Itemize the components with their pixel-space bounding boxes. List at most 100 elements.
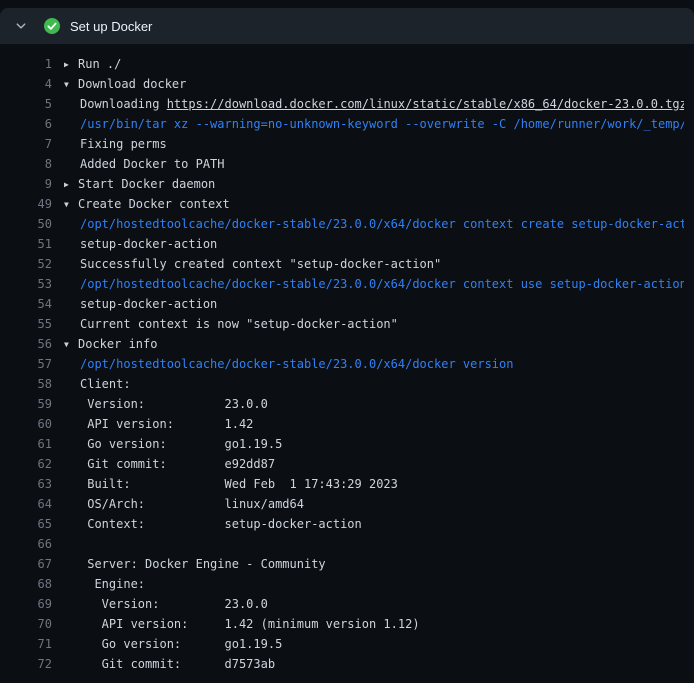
line-number[interactable]: 68: [0, 574, 52, 594]
group-collapsed-icon: ▶: [64, 55, 78, 75]
group-collapsed-icon: ▶: [64, 175, 78, 195]
log-line-row: 8 Added Docker to PATH: [0, 154, 694, 174]
line-number[interactable]: 65: [0, 514, 52, 534]
log-line-row: 63 Built: Wed Feb 1 17:43:29 2023: [0, 474, 694, 494]
log-text: [64, 534, 80, 554]
log-line-row: 62 Git commit: e92dd87: [0, 454, 694, 474]
log-group-row[interactable]: 49 ▼Create Docker context: [0, 194, 694, 214]
step-title: Set up Docker: [70, 19, 152, 34]
line-number[interactable]: 61: [0, 434, 52, 454]
log-viewer: 1▶Run ./4▼Download docker5Downloading ht…: [0, 44, 694, 683]
line-number[interactable]: 63: [0, 474, 52, 494]
log-group-row[interactable]: 56 ▼Docker info: [0, 334, 694, 354]
log-line-row: 54 setup-docker-action: [0, 294, 694, 314]
log-text: API version: 1.42: [64, 414, 253, 434]
line-number[interactable]: 53: [0, 274, 52, 294]
line-number[interactable]: 59: [0, 394, 52, 414]
log-line-row: 71 Go version: go1.19.5: [0, 634, 694, 654]
group-expanded-icon: ▼: [64, 335, 78, 355]
line-number[interactable]: 9: [0, 174, 52, 194]
line-number[interactable]: 69: [0, 594, 52, 614]
line-number[interactable]: 71: [0, 634, 52, 654]
line-number[interactable]: 6: [0, 114, 52, 134]
log-line-row: 58 Client:: [0, 374, 694, 394]
log-text: Context: setup-docker-action: [64, 514, 362, 534]
log-line-row: 59 Version: 23.0.0: [0, 394, 694, 414]
log-line-row: 69 Version: 23.0.0: [0, 594, 694, 614]
log-line-row: 57/opt/hostedtoolcache/docker-stable/23.…: [0, 354, 694, 374]
group-title: Start Docker daemon: [78, 177, 215, 191]
log-line-row: 51 setup-docker-action: [0, 234, 694, 254]
log-group-row[interactable]: 1 ▶Run ./: [0, 54, 694, 74]
log-text: Go version: go1.19.5: [64, 434, 282, 454]
group-expanded-icon: ▼: [64, 195, 78, 215]
line-number[interactable]: 8: [0, 154, 52, 174]
group-title: Create Docker context: [78, 197, 230, 211]
log-text: Current context is now "setup-docker-act…: [64, 314, 398, 334]
log-text: Added Docker to PATH: [64, 154, 225, 174]
log-text: Go version: go1.19.5: [64, 634, 282, 654]
line-number[interactable]: 4: [0, 74, 52, 94]
command-text: /opt/hostedtoolcache/docker-stable/23.0.…: [64, 274, 684, 294]
log-line-row: 53/opt/hostedtoolcache/docker-stable/23.…: [0, 274, 694, 294]
log-text: Client:: [64, 374, 131, 394]
log-line-row: 60 API version: 1.42: [0, 414, 694, 434]
log-text: API version: 1.42 (minimum version 1.12): [64, 614, 420, 634]
command-text: /usr/bin/tar xz --warning=no-unknown-key…: [64, 114, 684, 134]
line-number[interactable]: 51: [0, 234, 52, 254]
line-number[interactable]: 64: [0, 494, 52, 514]
log-line-row: 65 Context: setup-docker-action: [0, 514, 694, 534]
line-number[interactable]: 57: [0, 354, 52, 374]
command-text: /opt/hostedtoolcache/docker-stable/23.0.…: [64, 214, 684, 234]
check-circle-success-icon: [44, 18, 60, 34]
group-title: Run ./: [78, 57, 121, 71]
log-group-row[interactable]: 4 ▼Download docker: [0, 74, 694, 94]
line-number[interactable]: 70: [0, 614, 52, 634]
line-number[interactable]: 67: [0, 554, 52, 574]
log-text: Engine:: [64, 574, 145, 594]
line-number[interactable]: 58: [0, 374, 52, 394]
log-url-link[interactable]: https://download.docker.com/linux/static…: [167, 97, 684, 111]
line-number[interactable]: 49: [0, 194, 52, 214]
log-text: OS/Arch: linux/amd64: [64, 494, 304, 514]
log-text: setup-docker-action: [64, 294, 217, 314]
log-line-row: 5 Downloading https://download.docker.com…: [0, 94, 694, 114]
command-text: /opt/hostedtoolcache/docker-stable/23.0.…: [64, 354, 513, 374]
line-number[interactable]: 1: [0, 54, 52, 74]
line-number[interactable]: 54: [0, 294, 52, 314]
log-text: Downloading https://download.docker.com/…: [64, 94, 684, 114]
log-text: Built: Wed Feb 1 17:43:29 2023: [64, 474, 398, 494]
log-line-row: 64 OS/Arch: linux/amd64: [0, 494, 694, 514]
line-number[interactable]: 7: [0, 134, 52, 154]
chevron-down-icon[interactable]: [14, 19, 28, 33]
log-line-row: 52 Successfully created context "setup-do…: [0, 254, 694, 274]
log-line-row: 7 Fixing perms: [0, 134, 694, 154]
group-title: Docker info: [78, 337, 157, 351]
log-line-row: 55 Current context is now "setup-docker-a…: [0, 314, 694, 334]
log-group-row[interactable]: 9 ▶Start Docker daemon: [0, 174, 694, 194]
line-number[interactable]: 60: [0, 414, 52, 434]
log-text: Git commit: d7573ab: [64, 654, 275, 674]
line-number[interactable]: 62: [0, 454, 52, 474]
line-number[interactable]: 55: [0, 314, 52, 334]
log-text: Successfully created context "setup-dock…: [64, 254, 441, 274]
log-line-row: 72 Git commit: d7573ab: [0, 654, 694, 674]
line-number[interactable]: 5: [0, 94, 52, 114]
log-text: setup-docker-action: [64, 234, 217, 254]
line-number[interactable]: 50: [0, 214, 52, 234]
log-line-row: 68 Engine:: [0, 574, 694, 594]
line-number[interactable]: 66: [0, 534, 52, 554]
log-line-row: 50/opt/hostedtoolcache/docker-stable/23.…: [0, 214, 694, 234]
log-text: Version: 23.0.0: [64, 594, 268, 614]
line-number[interactable]: 72: [0, 654, 52, 674]
group-expanded-icon: ▼: [64, 75, 78, 95]
log-line-row: 61 Go version: go1.19.5: [0, 434, 694, 454]
log-line-row: 67 Server: Docker Engine - Community: [0, 554, 694, 574]
line-number[interactable]: 56: [0, 334, 52, 354]
log-text: Fixing perms: [64, 134, 167, 154]
log-text: Server: Docker Engine - Community: [64, 554, 326, 574]
log-text: Version: 23.0.0: [64, 394, 268, 414]
line-number[interactable]: 52: [0, 254, 52, 274]
group-title: Download docker: [78, 77, 186, 91]
step-header[interactable]: Set up Docker: [0, 8, 694, 44]
